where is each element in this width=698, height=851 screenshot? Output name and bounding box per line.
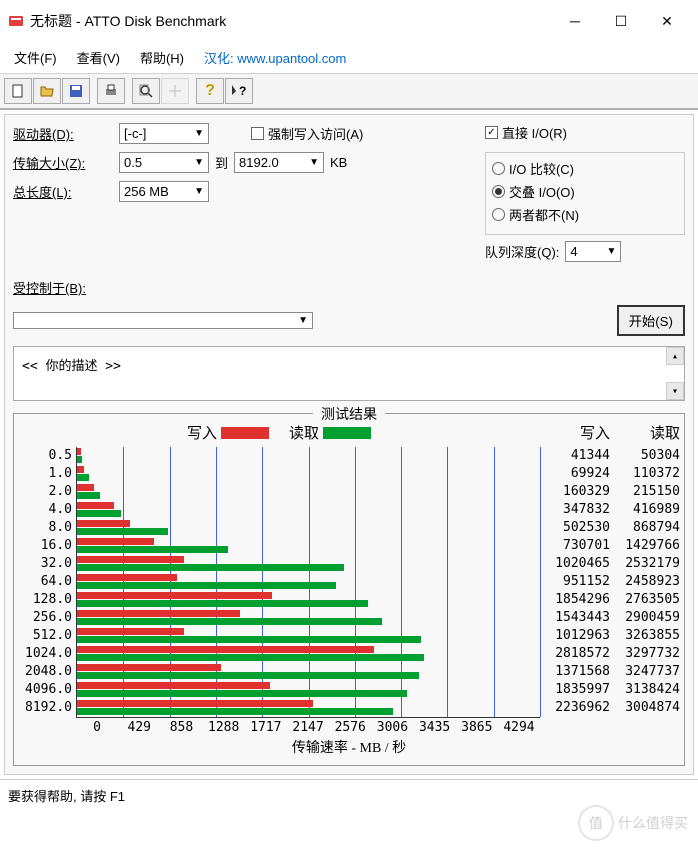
read-col-header: 读取	[610, 422, 680, 447]
controlled-label: 受控制于(B):	[13, 278, 113, 297]
read-swatch	[323, 427, 371, 439]
app-icon	[8, 13, 24, 29]
save-button[interactable]	[62, 78, 90, 104]
queue-depth-label: 队列深度(Q):	[485, 242, 559, 261]
new-button[interactable]	[4, 78, 32, 104]
length-select[interactable]: 256 MB▼	[119, 181, 209, 202]
io-mode-group: I/O 比较(C) 交叠 I/O(O) 两者都不(N)	[485, 152, 685, 235]
preview-button[interactable]	[132, 78, 160, 104]
toolbar: ? ?	[0, 74, 698, 110]
x-axis-labels: 042985812881717214725763006343538654294	[76, 720, 540, 735]
whats-this-button[interactable]: ?	[225, 78, 253, 104]
scroll-up-icon[interactable]: ▴	[666, 347, 684, 365]
transfer-label: 传输大小(Z):	[13, 153, 113, 172]
to-label: 到	[215, 153, 228, 172]
force-write-checkbox[interactable]: 强制写入访问(A)	[251, 124, 363, 143]
data-columns: 4134450304699241103721603292151503478324…	[540, 447, 680, 718]
results-panel: 测试结果 写入 读取 写入 读取 0.51.02.04.08.016.032.0…	[13, 413, 685, 766]
results-title: 测试结果	[313, 404, 385, 424]
menu-file[interactable]: 文件(F)	[4, 44, 67, 71]
help-button[interactable]: ?	[196, 78, 224, 104]
write-swatch	[221, 427, 269, 439]
open-button[interactable]	[33, 78, 61, 104]
transfer-to-select[interactable]: 8192.0▼	[234, 152, 324, 173]
transfer-from-select[interactable]: 0.5▼	[119, 152, 209, 173]
legend: 写入 读取	[18, 422, 540, 443]
controlled-select[interactable]: ▼	[13, 312, 313, 329]
bars-area	[76, 447, 540, 718]
window-title: 无标题 - ATTO Disk Benchmark	[30, 11, 552, 31]
overlap-io-radio[interactable]: 交叠 I/O(O)	[492, 182, 678, 201]
start-button[interactable]: 开始(S)	[617, 305, 685, 336]
menu-help[interactable]: 帮助(H)	[130, 44, 194, 71]
minimize-button[interactable]: ─	[552, 6, 598, 36]
move-button[interactable]	[161, 78, 189, 104]
write-col-header: 写入	[540, 422, 610, 447]
neither-radio[interactable]: 两者都不(N)	[492, 205, 678, 224]
main-panel: 驱动器(D): [-c-]▼ 强制写入访问(A) 传输大小(Z): 0.5▼ 到…	[4, 114, 694, 775]
direct-io-checkbox[interactable]: ✓直接 I/O(R)	[485, 123, 685, 142]
close-button[interactable]: ✕	[644, 6, 690, 36]
menubar: 文件(F) 查看(V) 帮助(H) 汉化: www.upantool.com	[0, 42, 698, 74]
svg-text:?: ?	[239, 84, 246, 98]
x-axis-title: 传输速率 - MB / 秒	[18, 737, 680, 757]
io-compare-radio[interactable]: I/O 比较(C)	[492, 159, 678, 178]
y-axis-labels: 0.51.02.04.08.016.032.064.0128.0256.0512…	[18, 447, 76, 718]
maximize-button[interactable]: ☐	[598, 6, 644, 36]
kb-label: KB	[330, 155, 347, 170]
print-button[interactable]	[97, 78, 125, 104]
menu-localization[interactable]: 汉化: www.upantool.com	[194, 44, 356, 71]
watermark: 值 什么值得买	[578, 805, 688, 841]
description-box[interactable]: << 你的描述 >> ▴ ▾	[13, 346, 685, 401]
length-label: 总长度(L):	[13, 182, 113, 201]
drive-label: 驱动器(D):	[13, 124, 113, 143]
menu-view[interactable]: 查看(V)	[67, 44, 130, 71]
titlebar: 无标题 - ATTO Disk Benchmark ─ ☐ ✕	[0, 0, 698, 42]
queue-depth-select[interactable]: 4▼	[565, 241, 621, 262]
drive-select[interactable]: [-c-]▼	[119, 123, 209, 144]
scroll-down-icon[interactable]: ▾	[666, 382, 684, 400]
